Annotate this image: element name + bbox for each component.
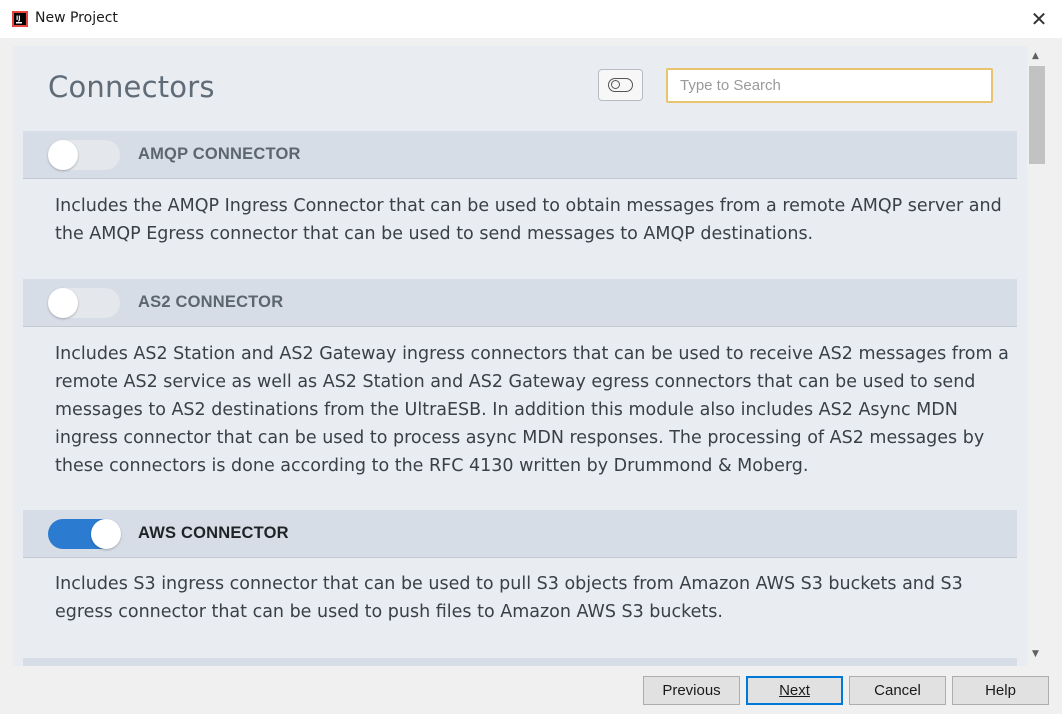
svg-text:IJ: IJ <box>16 15 20 22</box>
section-label-aws: AWS CONNECTOR <box>138 524 289 542</box>
dialog-footer: Previous Next Cancel Help <box>0 668 1062 714</box>
switch-knob <box>91 519 121 549</box>
toggle-icon <box>608 78 633 92</box>
next-button[interactable]: Next <box>746 676 843 705</box>
help-button[interactable]: Help <box>952 676 1049 705</box>
previous-button[interactable]: Previous <box>643 676 740 705</box>
section-description-amqp: Includes the AMQP Ingress Connector that… <box>55 196 1002 244</box>
switch-knob <box>48 140 78 170</box>
section-label-as2: AS2 CONNECTOR <box>138 293 284 311</box>
vertical-scrollbar[interactable]: ▲ ▼ <box>1027 46 1047 666</box>
section-header-as2[interactable]: AS2 CONNECTOR <box>23 279 1017 327</box>
scroll-down-icon[interactable]: ▼ <box>1032 649 1039 659</box>
page-title: Connectors <box>48 70 215 104</box>
toggle-view-button[interactable] <box>598 69 643 101</box>
cancel-button[interactable]: Cancel <box>849 676 946 705</box>
cancel-button-label: Cancel <box>874 682 921 699</box>
app-icon: IJ <box>12 11 28 27</box>
close-button[interactable]: ✕ <box>1016 0 1062 38</box>
amqp-toggle-switch[interactable] <box>48 140 120 170</box>
scroll-up-icon[interactable]: ▲ <box>1032 51 1039 61</box>
switch-knob <box>48 288 78 318</box>
as2-toggle-switch[interactable] <box>48 288 120 318</box>
scrollbar-thumb[interactable] <box>1029 66 1045 164</box>
close-icon: ✕ <box>1030 7 1048 31</box>
previous-button-label: Previous <box>662 682 721 699</box>
next-button-label: Next <box>779 682 810 699</box>
section-description-aws: Includes S3 ingress connector that can b… <box>55 574 963 622</box>
help-button-label: Help <box>985 682 1016 699</box>
aws-toggle-switch[interactable] <box>48 519 121 549</box>
section-header-amqp[interactable]: AMQP CONNECTOR <box>23 131 1017 179</box>
window-title: New Project <box>35 10 118 26</box>
section-header-next[interactable] <box>23 658 1017 666</box>
title-bar: IJ New Project ✕ <box>0 0 1062 38</box>
connectors-panel: Connectors AMQP CONNECTOR Includes the A… <box>13 46 1027 666</box>
section-description-as2: Includes AS2 Station and AS2 Gateway ing… <box>55 344 1009 476</box>
section-label-amqp: AMQP CONNECTOR <box>138 145 301 163</box>
section-header-aws[interactable]: AWS CONNECTOR <box>23 510 1017 558</box>
search-input[interactable] <box>666 68 993 103</box>
